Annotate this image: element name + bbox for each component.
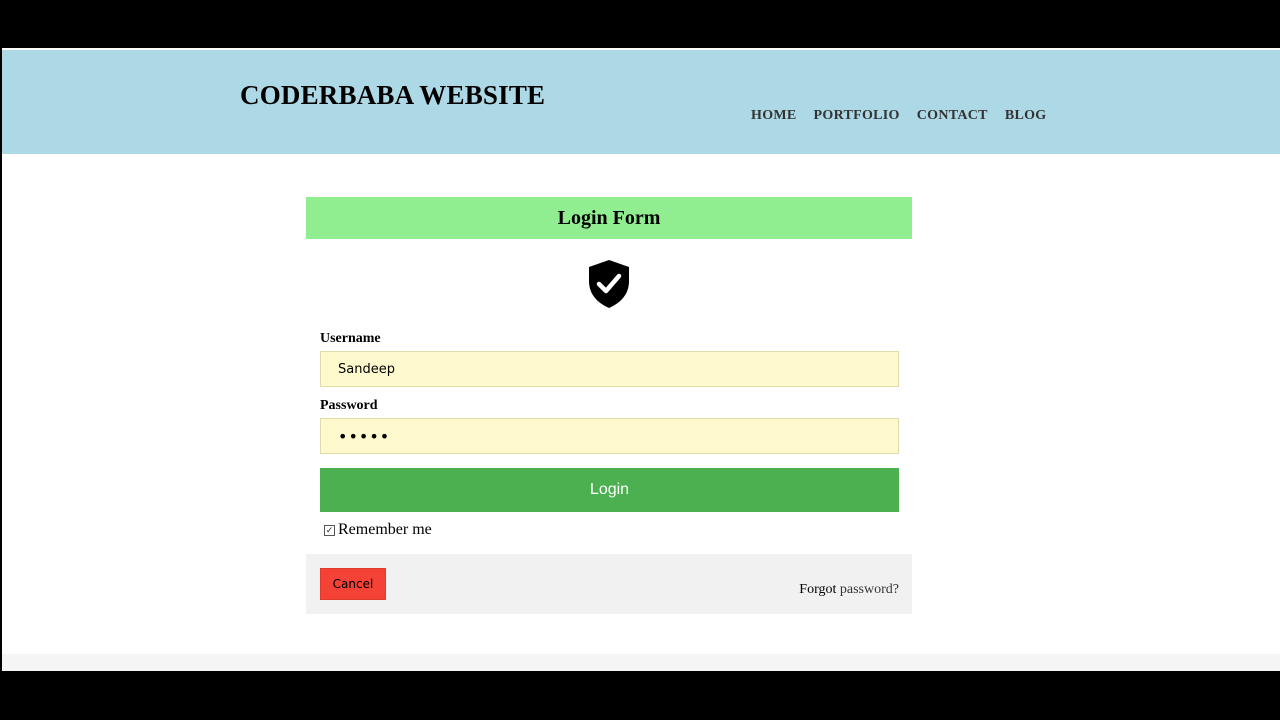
cancel-button[interactable]: Cancel: [320, 568, 386, 600]
forgot-prefix: Forgot: [799, 582, 840, 597]
main-nav: HOME PORTFOLIO CONTACT BLOG: [751, 108, 1063, 124]
login-button[interactable]: Login: [320, 468, 899, 512]
form-footer: Cancel Forgot password?: [306, 554, 912, 614]
forgot-password: Forgot password?: [799, 582, 899, 598]
video-letterbox-top: [0, 0, 1280, 48]
remember-me-row: ✓ Remember me: [320, 521, 899, 539]
nav-blog[interactable]: BLOG: [1005, 108, 1047, 124]
form-body: Username Sandeep Password ••••• Login ✓ …: [306, 331, 912, 539]
form-title: Login Form: [557, 206, 661, 229]
login-form: Login Form Username Sandeep Password •••…: [306, 197, 912, 614]
remember-me-label: Remember me: [338, 521, 432, 538]
form-header: Login Form: [306, 197, 912, 239]
username-label: Username: [320, 331, 381, 346]
site-header: CODERBABA WEBSITE HOME PORTFOLIO CONTACT…: [2, 50, 1280, 154]
shield-check-icon: [587, 259, 631, 314]
forgot-password-link[interactable]: password?: [840, 582, 899, 597]
icon-row: [306, 239, 912, 331]
password-label: Password: [320, 398, 378, 413]
page-footer: [2, 654, 1280, 671]
video-letterbox-bottom: [0, 671, 1280, 720]
nav-contact[interactable]: CONTACT: [917, 108, 988, 124]
nav-portfolio[interactable]: PORTFOLIO: [814, 108, 900, 124]
remember-me-checkbox[interactable]: ✓: [324, 524, 335, 536]
site-title: CODERBABA WEBSITE: [240, 80, 546, 110]
nav-home[interactable]: HOME: [751, 108, 797, 124]
password-input[interactable]: •••••: [320, 418, 899, 454]
username-input[interactable]: Sandeep: [320, 351, 899, 387]
page: CODERBABA WEBSITE HOME PORTFOLIO CONTACT…: [2, 48, 1280, 671]
